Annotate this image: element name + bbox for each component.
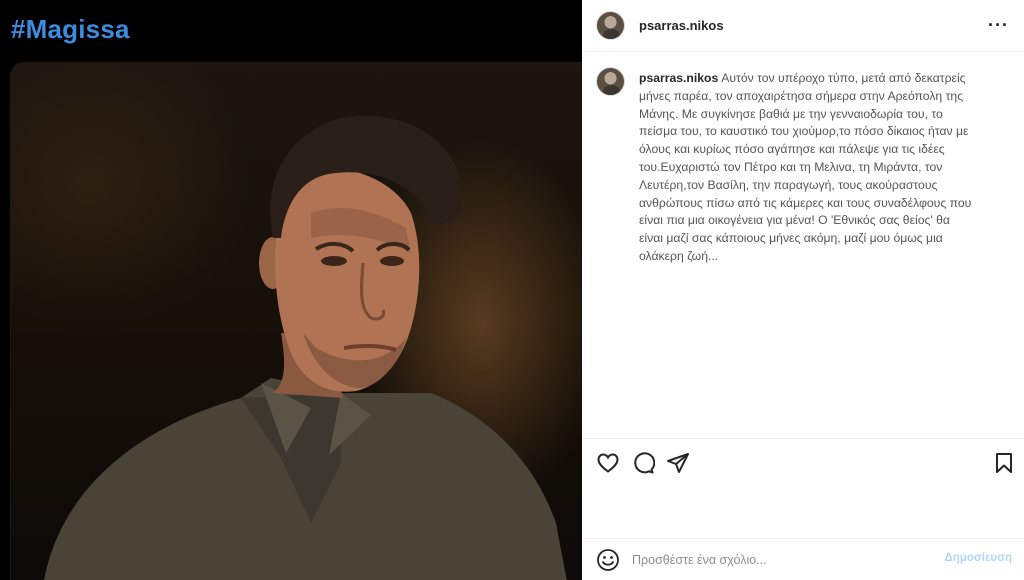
share-icon[interactable] [666, 451, 690, 475]
portrait-illustration [44, 115, 567, 580]
avatar[interactable] [596, 11, 625, 40]
comment-composer: Δημοσίευση [582, 538, 1024, 580]
heart-icon[interactable] [596, 451, 620, 475]
post-sidebar: psarras.nikos ··· psarras.nikos Αυτόν τον… [582, 0, 1024, 580]
comment-icon[interactable] [631, 451, 655, 475]
caption-body: Αυτόν τον υπέροχο τύπο, μετά από δεκατρε… [639, 71, 972, 263]
post-comment-button[interactable]: Δημοσίευση [945, 552, 1012, 564]
hashtag-title: #Magissa [11, 14, 130, 44]
caption-text: psarras.nikos Αυτόν τον υπέροχο τύπο, μετ… [639, 70, 977, 266]
emoji-icon[interactable] [596, 548, 620, 572]
media-panel: #Magissa [0, 0, 582, 580]
caption-section: psarras.nikos Αυτόν τον υπέροχο τύπο, μετ… [582, 53, 1024, 438]
bookmark-icon[interactable] [992, 451, 1016, 475]
post-photo[interactable] [10, 62, 582, 580]
comment-input[interactable] [632, 550, 932, 570]
post-header: psarras.nikos ··· [582, 0, 1024, 52]
caption-username[interactable]: psarras.nikos [639, 71, 718, 85]
more-options-icon[interactable]: ··· [988, 14, 1008, 36]
action-bar [582, 438, 1024, 486]
header-username[interactable]: psarras.nikos [639, 18, 724, 33]
caption-avatar[interactable] [596, 67, 625, 96]
